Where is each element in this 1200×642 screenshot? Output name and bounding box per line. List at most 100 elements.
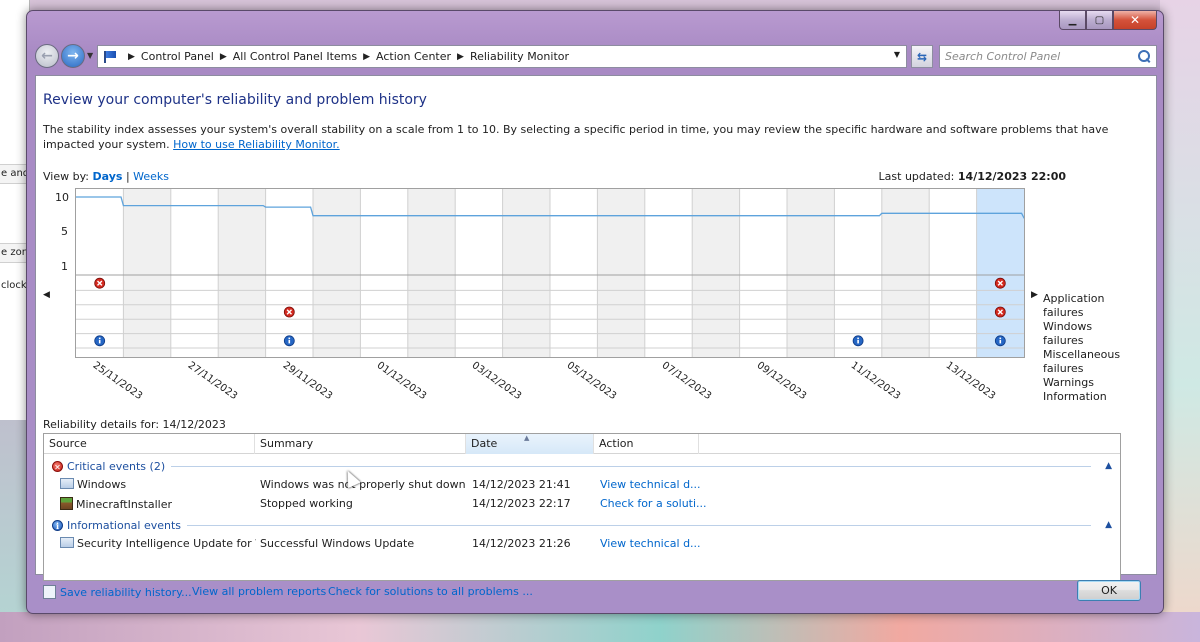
y-tick-label: 1	[61, 260, 68, 273]
view-days-link[interactable]: Days	[93, 170, 123, 183]
day-column	[170, 189, 219, 357]
desktop-wallpaper-bottom	[0, 612, 1200, 642]
date-tick-label: 01/12/2023	[375, 360, 429, 403]
source-cell: Windows	[60, 478, 126, 491]
source-cell: Security Intelligence Update for W...	[60, 537, 256, 550]
address-bar[interactable]: ▶ Control Panel ▶ All Control Panel Item…	[97, 45, 907, 68]
close-button[interactable]: ✕	[1113, 11, 1157, 30]
day-column	[218, 189, 266, 357]
scroll-right-icon[interactable]: ▶	[1031, 290, 1038, 300]
table-row[interactable]: MinecraftInstaller Stopped working 14/12…	[44, 495, 1120, 513]
view-weeks-link[interactable]: Weeks	[133, 170, 169, 183]
sort-ascending-icon: ▲	[524, 434, 530, 442]
back-arrow-icon: ←	[41, 48, 53, 64]
action-link[interactable]: Check for a soluti...	[600, 497, 707, 510]
column-header-date[interactable]: ▲ Date	[466, 434, 594, 454]
day-column	[739, 189, 787, 357]
summary-cell: Stopped working	[260, 497, 353, 510]
date-tick-label: 09/12/2023	[754, 360, 808, 403]
action-link[interactable]: View technical d...	[600, 537, 701, 550]
day-column	[597, 189, 645, 357]
reliability-details-table: Source Summary ▲ Date Action ✕ Critical e…	[43, 433, 1121, 581]
forward-button[interactable]: →	[61, 44, 85, 68]
minimize-button[interactable]: ▁	[1059, 11, 1086, 30]
group-critical-events[interactable]: ✕ Critical events (2) ▲	[52, 457, 1112, 475]
breadcrumb-control-panel[interactable]: Control Panel	[141, 50, 214, 63]
last-updated: Last updated: 14/12/2023 22:00	[879, 170, 1066, 183]
stability-chart-svg[interactable]	[76, 189, 1069, 357]
date-tick-label: 25/11/2023	[90, 360, 145, 403]
group-label: Informational events	[67, 518, 182, 532]
info-mark-dot	[999, 337, 1002, 339]
maximize-button[interactable]: ▢	[1086, 11, 1113, 30]
date-tick-label: 27/11/2023	[185, 360, 240, 403]
summary-cell: Successful Windows Update	[260, 537, 415, 550]
row-label-information: Information	[1043, 390, 1107, 403]
day-column	[455, 189, 503, 357]
breadcrumb-action-center[interactable]: Action Center	[376, 50, 451, 63]
refresh-button[interactable]: ⇆	[911, 45, 933, 68]
search-icon[interactable]	[1138, 50, 1151, 63]
reliability-monitor-window: ▁ ▢ ✕ ← → ▼ ▶ Control Panel ▶ All Contro…	[26, 10, 1164, 614]
column-header-action[interactable]: Action	[594, 434, 699, 454]
address-dropdown-icon[interactable]: ▼	[894, 50, 900, 59]
breadcrumb-reliability-monitor[interactable]: Reliability Monitor	[470, 50, 569, 63]
chart-plot-area[interactable]	[75, 188, 1069, 358]
ok-button[interactable]: OK	[1077, 580, 1141, 601]
day-column	[502, 189, 550, 357]
forward-arrow-icon: →	[67, 48, 79, 64]
info-mark-stem	[857, 339, 859, 344]
row-label-miscellaneous-failures: Miscellaneous failures	[1043, 348, 1121, 375]
source-cell: MinecraftInstaller	[60, 497, 172, 511]
day-column	[881, 189, 930, 357]
chevron-right-icon[interactable]: ▶	[220, 52, 227, 62]
search-input[interactable]: Search Control Panel	[939, 45, 1157, 68]
column-header-source[interactable]: Source	[44, 434, 255, 454]
chevron-right-icon[interactable]: ▶	[457, 52, 464, 62]
action-link[interactable]: View technical d...	[600, 478, 701, 491]
search-placeholder: Search Control Panel	[945, 50, 1061, 63]
chevron-right-icon[interactable]: ▶	[363, 52, 370, 62]
day-column	[692, 189, 740, 357]
save-document-icon	[43, 585, 56, 599]
chevron-right-icon[interactable]: ▶	[128, 52, 135, 62]
y-tick-label: 5	[61, 225, 68, 238]
table-row[interactable]: Windows Windows was not properly shut do…	[44, 476, 1120, 494]
source-text: Security Intelligence Update for W...	[77, 537, 256, 550]
group-divider	[171, 465, 1092, 467]
action-center-flag-icon	[102, 50, 118, 64]
day-column	[834, 189, 882, 357]
date-cell: 14/12/2023 22:17	[472, 497, 571, 510]
scroll-left-icon[interactable]: ◀	[43, 290, 50, 300]
collapse-chevron-icon[interactable]: ▲	[1105, 461, 1112, 471]
column-header-summary[interactable]: Summary	[255, 434, 466, 454]
help-link[interactable]: How to use Reliability Monitor.	[173, 138, 340, 151]
y-tick-label: 10	[55, 191, 69, 204]
recent-pages-dropdown[interactable]: ▼	[87, 51, 93, 60]
info-mark-stem	[288, 339, 291, 344]
group-informational-events[interactable]: i Informational events ▲	[52, 516, 1112, 534]
minecraft-icon	[60, 497, 73, 510]
day-column	[76, 189, 124, 357]
info-mark-stem	[999, 339, 1002, 344]
bottom-bar: Save reliability history... View all pro…	[35, 577, 1157, 607]
date-tick-label: 07/12/2023	[659, 360, 714, 403]
info-mark-dot	[857, 337, 859, 339]
navigation-bar: ← → ▼ ▶ Control Panel ▶ All Control Pane…	[35, 43, 1157, 69]
reliability-chart: 10 5 1 ◀ ▶ Application failures Windows …	[43, 188, 1120, 410]
breadcrumb-all-items[interactable]: All Control Panel Items	[233, 50, 357, 63]
date-tick-label: 03/12/2023	[469, 360, 524, 403]
table-row[interactable]: Security Intelligence Update for W... Su…	[44, 535, 1120, 553]
column-header-date-label: Date	[471, 437, 498, 450]
save-history-link[interactable]: Save reliability history...	[43, 585, 192, 599]
table-header: Source Summary ▲ Date Action	[44, 434, 1120, 454]
collapse-chevron-icon[interactable]: ▲	[1105, 520, 1112, 530]
date-cell: 14/12/2023 21:26	[472, 537, 571, 550]
info-icon: i	[52, 519, 63, 531]
check-solutions-link[interactable]: Check for solutions to all problems ...	[328, 585, 533, 598]
source-text: Windows	[77, 478, 127, 491]
back-button[interactable]: ←	[35, 44, 59, 68]
date-tick-label: 11/12/2023	[849, 360, 903, 403]
view-all-reports-link[interactable]: View all problem reports	[192, 585, 326, 598]
group-label: Critical events (2)	[67, 459, 166, 473]
